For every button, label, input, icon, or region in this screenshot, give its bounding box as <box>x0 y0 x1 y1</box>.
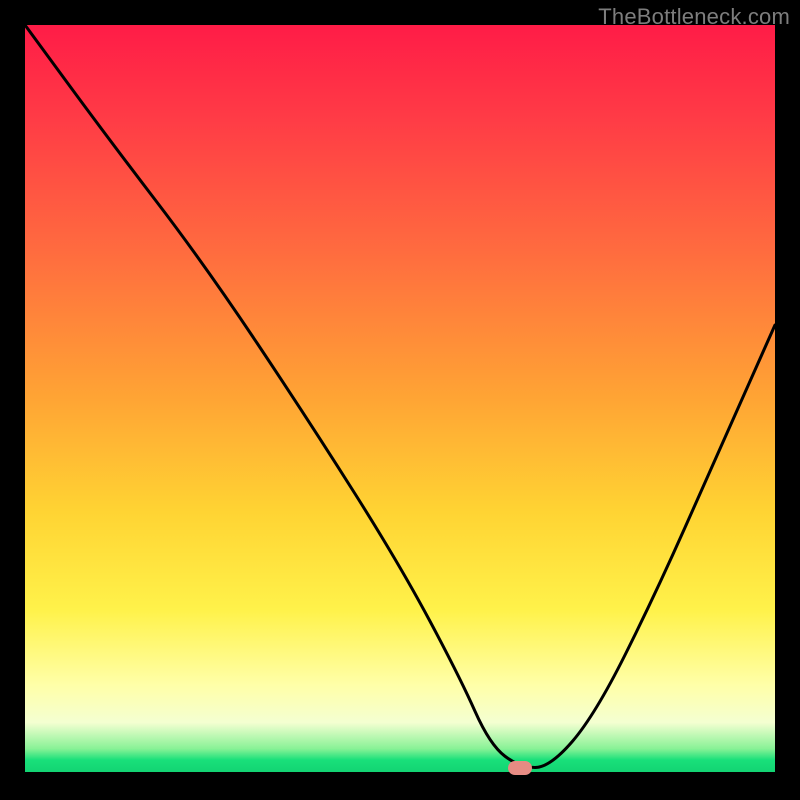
x-axis-line <box>25 772 775 775</box>
plot-area <box>25 25 775 775</box>
bottleneck-curve <box>25 25 775 775</box>
minimum-marker <box>508 761 532 775</box>
chart-frame: TheBottleneck.com <box>0 0 800 800</box>
